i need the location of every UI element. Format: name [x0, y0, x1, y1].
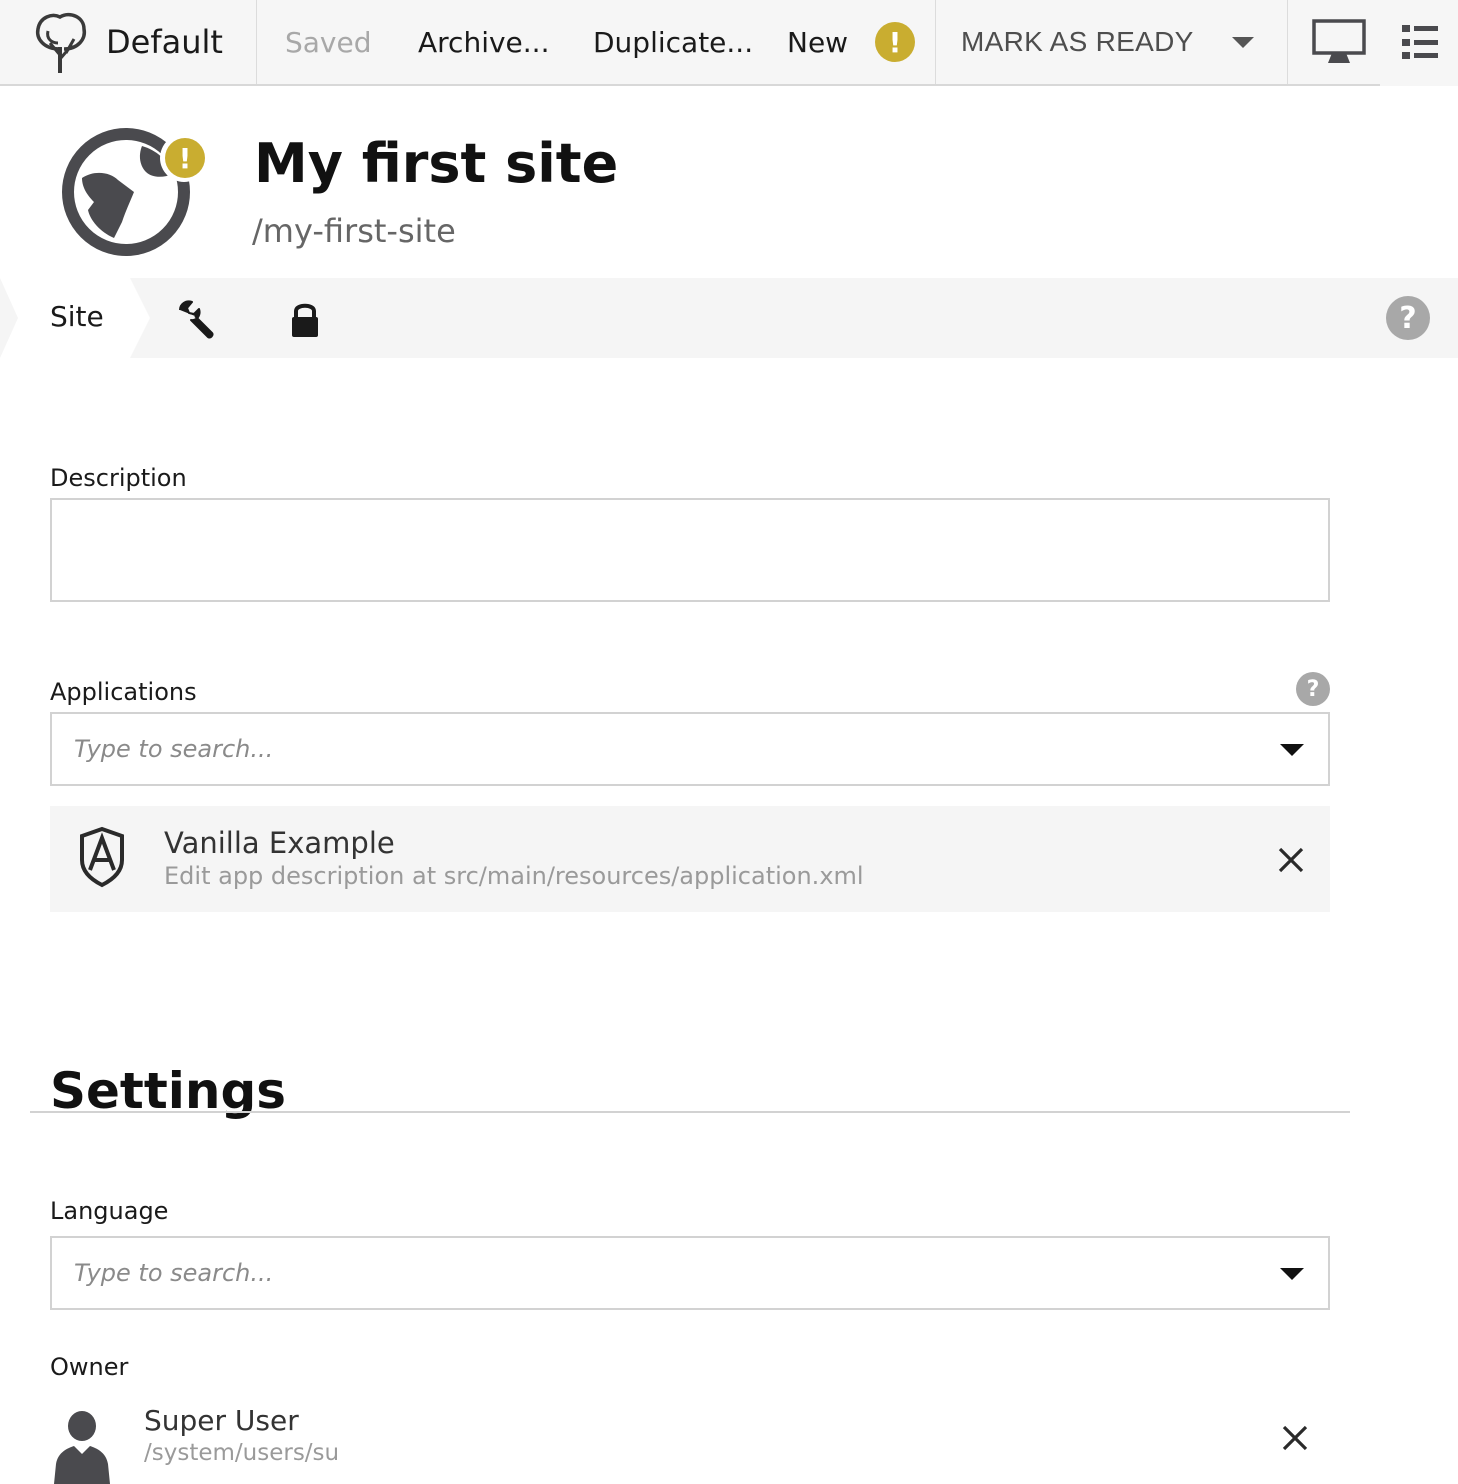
- applications-help-icon[interactable]: ?: [1296, 672, 1330, 706]
- applications-label: Applications: [50, 678, 197, 706]
- archive-button[interactable]: Archive...: [418, 26, 549, 59]
- app-shield-icon: [80, 826, 124, 888]
- publish-button[interactable]: MARK AS READY: [961, 0, 1194, 84]
- language-selector: [50, 1236, 1330, 1310]
- language-dropdown-toggle[interactable]: [1280, 1268, 1304, 1280]
- desktop-preview-icon: [1312, 19, 1366, 63]
- form-help-icon[interactable]: ?: [1386, 296, 1430, 340]
- settings-divider: [30, 1111, 1350, 1113]
- language-search-input[interactable]: [74, 1252, 1234, 1294]
- selected-application: Vanilla Example Edit app description at …: [50, 806, 1330, 912]
- chevron-down-icon: [1232, 36, 1254, 48]
- site-warning-badge: !: [165, 138, 205, 178]
- toolbar-divider: [256, 0, 257, 84]
- new-button[interactable]: New: [787, 26, 848, 59]
- duplicate-button[interactable]: Duplicate...: [593, 26, 753, 59]
- remove-owner-close-icon[interactable]: [1280, 1423, 1310, 1453]
- application-description: Edit app description at src/main/resourc…: [164, 862, 864, 890]
- owner-label: Owner: [50, 1353, 129, 1381]
- tab-permissions[interactable]: [288, 300, 328, 340]
- lock-icon: [292, 303, 318, 337]
- tab-site-label: Site: [50, 300, 104, 333]
- applications-selector: [50, 712, 1330, 786]
- tab-site[interactable]: Site: [0, 278, 150, 358]
- application-name: Vanilla Example: [164, 826, 395, 860]
- warning-icon[interactable]: !: [875, 22, 915, 62]
- project-name: Default: [106, 23, 223, 61]
- applications-search-input[interactable]: [74, 728, 1234, 770]
- user-icon: [54, 1411, 110, 1484]
- page-title: My first site: [254, 132, 619, 195]
- wrench-icon: [179, 300, 214, 339]
- description-label: Description: [50, 464, 187, 492]
- publish-menu-toggle[interactable]: [1232, 0, 1254, 84]
- saved-button: Saved: [285, 25, 372, 59]
- tab-settings[interactable]: [176, 300, 216, 340]
- preview-toggle-button[interactable]: [1312, 0, 1366, 84]
- toolbar-divider: [935, 0, 936, 84]
- toolbar-divider: [1287, 0, 1288, 84]
- form-tab-bar: Site ?: [0, 278, 1458, 358]
- owner-name: Super User: [144, 1404, 299, 1437]
- tree-logo-icon: [35, 12, 87, 73]
- remove-application-close-icon[interactable]: [1276, 845, 1306, 875]
- list-view-button[interactable]: [1400, 0, 1440, 84]
- top-toolbar: Default Saved Archive... Duplicate... Ne…: [0, 0, 1458, 86]
- language-label: Language: [50, 1197, 169, 1225]
- description-field[interactable]: [50, 498, 1330, 602]
- site-icon: !: [60, 126, 210, 258]
- project-selector[interactable]: Default: [30, 0, 223, 84]
- toolbar-active-indicator: [1380, 84, 1458, 86]
- owner-path: /system/users/su: [144, 1440, 340, 1466]
- list-view-icon: [1402, 25, 1438, 59]
- page-path: /my-first-site: [252, 212, 456, 250]
- applications-dropdown-toggle[interactable]: [1280, 744, 1304, 756]
- publish-label: MARK AS READY: [961, 26, 1194, 57]
